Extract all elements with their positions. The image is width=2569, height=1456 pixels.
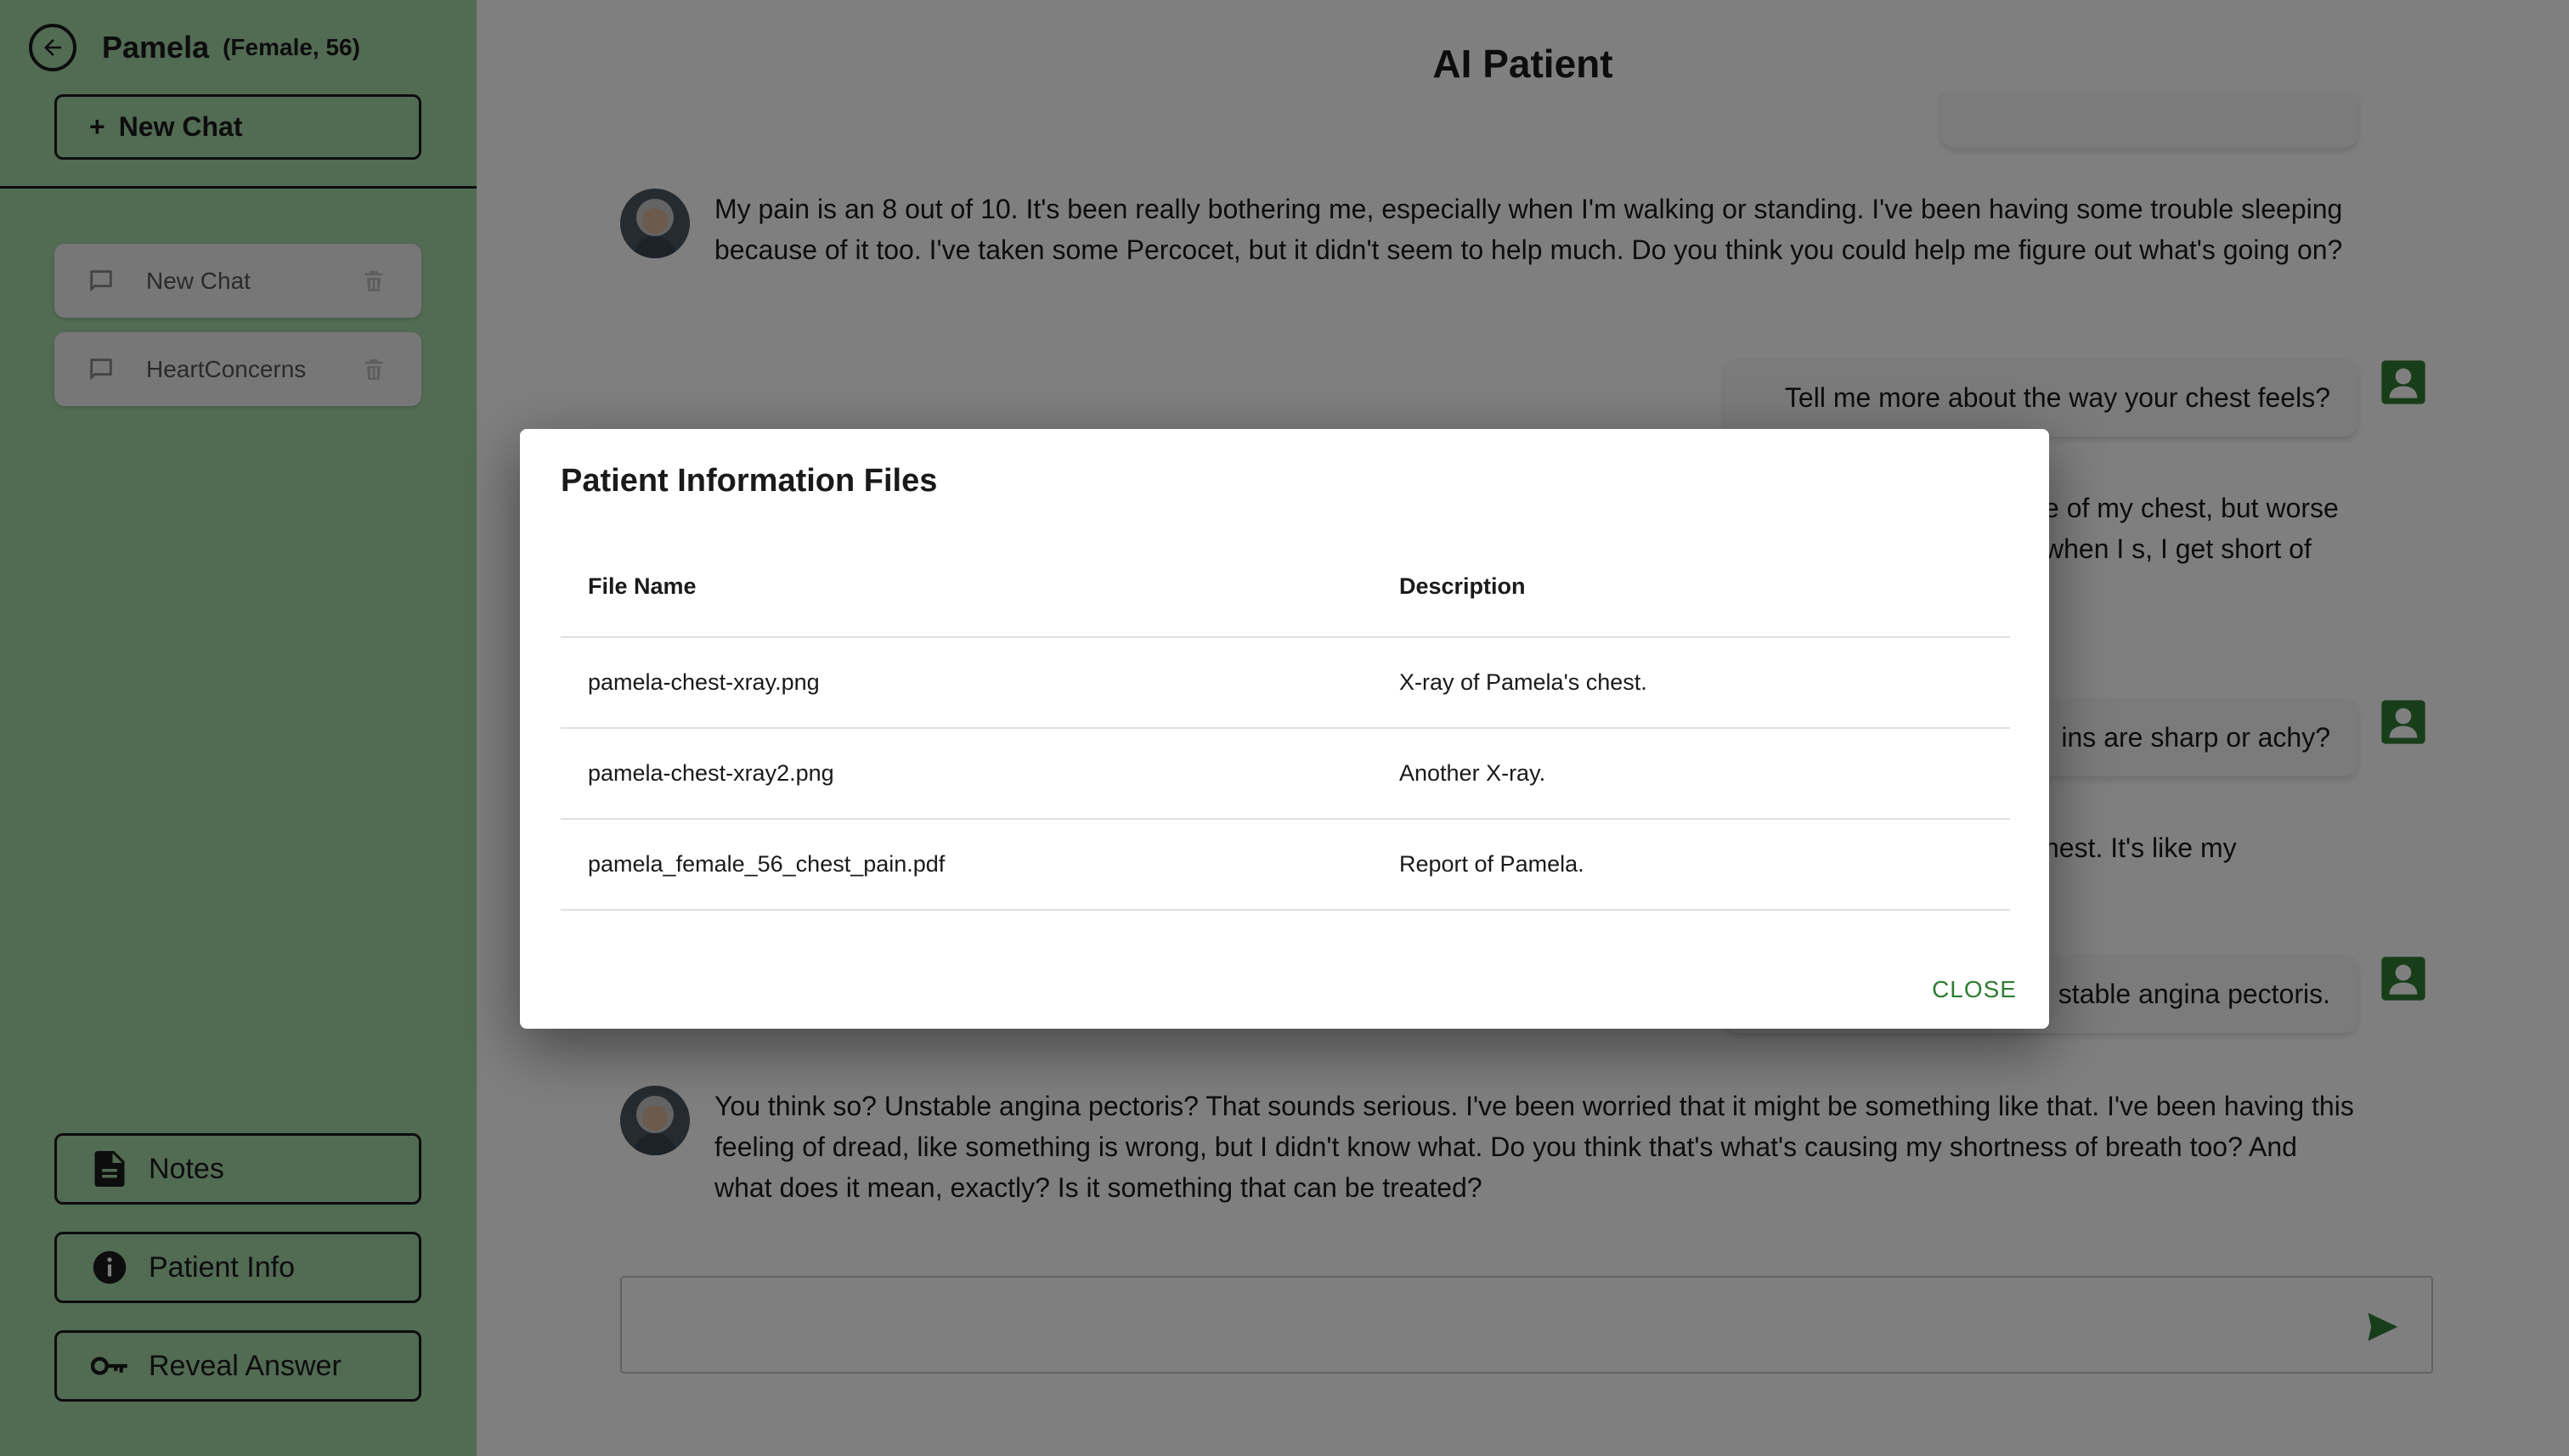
patient-files-dialog: Patient Information Files File Name Desc… (520, 429, 2049, 1029)
dialog-title: Patient Information Files (561, 463, 938, 499)
table-row[interactable]: pamela-chest-xray2.png Another X-ray. (561, 729, 2010, 820)
column-header-description: Description (1399, 573, 1526, 599)
table-row[interactable]: pamela_female_56_chest_pain.pdf Report o… (561, 820, 2010, 911)
files-table: File Name Description pamela-chest-xray.… (561, 536, 2010, 911)
file-name-cell[interactable]: pamela_female_56_chest_pain.pdf (561, 851, 1399, 878)
table-header-row: File Name Description (561, 536, 2010, 638)
description-cell: X-ray of Pamela's chest. (1399, 669, 1647, 695)
file-name-cell[interactable]: pamela-chest-xray2.png (561, 760, 1399, 787)
description-cell: Report of Pamela. (1399, 851, 1584, 877)
table-row[interactable]: pamela-chest-xray.png X-ray of Pamela's … (561, 638, 2010, 729)
file-name-cell[interactable]: pamela-chest-xray.png (561, 669, 1399, 696)
column-header-file-name: File Name (588, 573, 697, 599)
description-cell: Another X-ray. (1399, 760, 1546, 786)
close-button[interactable]: CLOSE (1930, 969, 2019, 1010)
